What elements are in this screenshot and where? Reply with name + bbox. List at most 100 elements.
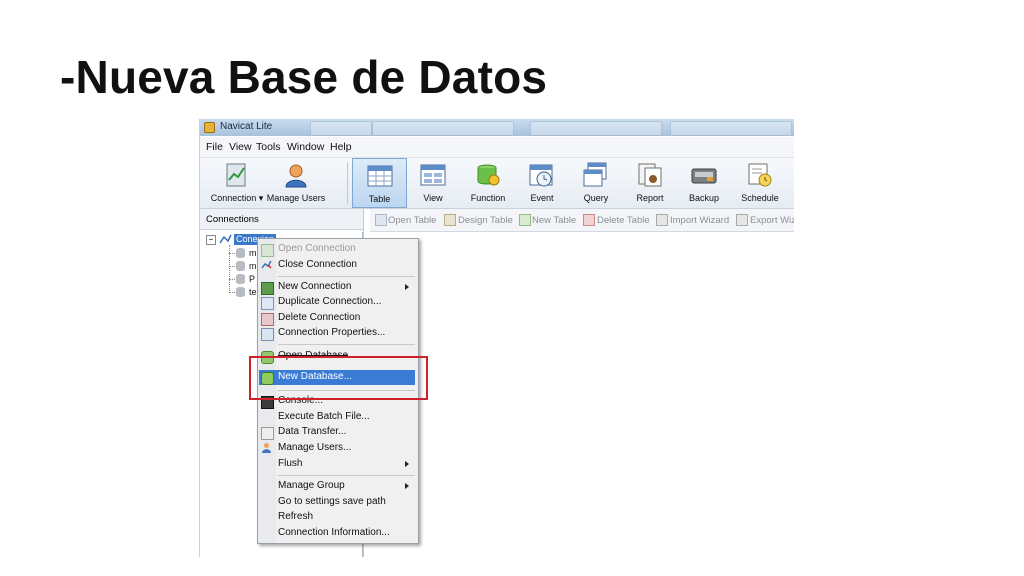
delete-table-icon [583, 214, 595, 226]
menu-separator [278, 475, 415, 476]
manage-users-label: Manage Users [266, 193, 326, 203]
submenu-arrow-icon [405, 461, 409, 467]
view-label: View [423, 193, 443, 203]
view-button[interactable]: View [408, 158, 458, 208]
connection-icon [219, 234, 232, 244]
query-button[interactable]: Query [572, 158, 620, 208]
tree-line [229, 292, 235, 293]
submenu-arrow-icon [405, 284, 409, 290]
delete-table-button[interactable]: Delete Table [597, 215, 650, 226]
menu-separator [278, 344, 415, 345]
highlight-callout [249, 356, 428, 400]
query-icon [583, 162, 607, 187]
menu-refresh[interactable]: Refresh [278, 511, 313, 522]
menu-bar: File View Tools Window Help [200, 137, 794, 158]
backup-icon [691, 168, 717, 184]
menu-execute-batch-file[interactable]: Execute Batch File... [278, 411, 370, 422]
submenu-arrow-icon [405, 483, 409, 489]
open-table-icon [375, 214, 387, 226]
close-connection-icon [261, 260, 272, 269]
navicat-app-icon [204, 122, 215, 133]
menu-view[interactable]: View [229, 141, 252, 153]
tree-line [229, 279, 235, 280]
menu-manage-group[interactable]: Manage Group [278, 480, 345, 491]
connection-label: Connection [210, 193, 257, 203]
duplicate-connection-icon [261, 297, 274, 310]
main-toolbar: Connection ▾ Manage Users Table View Fun… [200, 158, 794, 209]
database-icon [236, 261, 245, 271]
function-icon [477, 164, 500, 186]
event-label: Event [530, 193, 554, 203]
open-connection-icon [261, 244, 274, 257]
taskbar-tab[interactable] [530, 121, 662, 136]
design-table-button[interactable]: Design Table [458, 215, 513, 226]
design-table-icon [444, 214, 456, 226]
new-table-icon [519, 214, 531, 226]
collapse-toggle[interactable]: − [206, 235, 216, 245]
backup-button[interactable]: Backup [680, 158, 728, 208]
new-connection-icon [261, 282, 274, 295]
object-toolbar: Open Table Design Table New Table Delete… [370, 209, 794, 232]
connection-properties-icon [261, 328, 274, 341]
tree-line [229, 266, 235, 267]
export-wizard-button[interactable]: Export Wiz [750, 215, 794, 226]
import-wizard-icon [656, 214, 668, 226]
menu-tools[interactable]: Tools [256, 141, 281, 153]
menu-manage-users[interactable]: Manage Users... [278, 442, 351, 453]
menu-window[interactable]: Window [287, 141, 324, 153]
taskbar-tab[interactable] [372, 121, 514, 136]
menu-file[interactable]: File [206, 141, 223, 153]
connection-icon [226, 163, 246, 187]
schedule-icon [748, 163, 772, 187]
tree-item[interactable]: m [249, 261, 257, 271]
slide-title: -Nueva Base de Datos [60, 51, 548, 103]
report-label: Report [636, 193, 664, 203]
table-label: Table [368, 194, 391, 204]
manage-users-button[interactable]: Manage Users [266, 158, 326, 208]
data-transfer-icon [261, 427, 274, 440]
view-icon [420, 164, 446, 186]
database-icon [236, 287, 245, 297]
connection-button[interactable]: Connection ▾ [206, 158, 268, 208]
taskbar-tab[interactable] [670, 121, 792, 136]
menu-flush[interactable]: Flush [278, 458, 302, 469]
delete-connection-icon [261, 313, 274, 326]
tree-line [229, 253, 235, 254]
connections-header: Connections [200, 209, 363, 230]
backup-label: Backup [688, 193, 720, 203]
menu-settings-save-path[interactable]: Go to settings save path [278, 496, 386, 507]
menu-new-connection[interactable]: New Connection [278, 281, 351, 292]
schedule-button[interactable]: Schedule [734, 158, 786, 208]
function-button[interactable]: Function [462, 158, 514, 208]
user-icon [285, 164, 307, 188]
schedule-label: Schedule [741, 193, 779, 203]
menu-help[interactable]: Help [330, 141, 352, 153]
menu-close-connection[interactable]: Close Connection [278, 259, 357, 270]
menu-separator [278, 276, 415, 277]
function-label: Function [470, 193, 506, 203]
open-table-button[interactable]: Open Table [388, 215, 436, 226]
event-button[interactable]: Event [518, 158, 566, 208]
report-icon [638, 163, 662, 187]
taskbar-tab[interactable] [310, 121, 372, 136]
manage-users-icon [262, 443, 271, 453]
menu-connection-properties[interactable]: Connection Properties... [278, 327, 385, 338]
tree-item[interactable]: m [249, 248, 257, 258]
database-icon [236, 248, 245, 258]
menu-connection-information[interactable]: Connection Information... [278, 527, 390, 538]
toolbar-separator [347, 162, 348, 204]
report-button[interactable]: Report [626, 158, 674, 208]
menu-open-connection[interactable]: Open Connection [278, 243, 356, 254]
tree-item[interactable]: te [249, 287, 257, 297]
table-button[interactable]: Table [352, 158, 407, 208]
title-bar: Navicat Lite [200, 119, 794, 136]
menu-delete-connection[interactable]: Delete Connection [278, 312, 360, 323]
menu-data-transfer[interactable]: Data Transfer... [278, 426, 346, 437]
new-table-button[interactable]: New Table [532, 215, 576, 226]
import-wizard-button[interactable]: Import Wizard [670, 215, 729, 226]
database-icon [236, 274, 245, 284]
export-wizard-icon [736, 214, 748, 226]
menu-duplicate-connection[interactable]: Duplicate Connection... [278, 296, 381, 307]
tree-item[interactable]: P [249, 274, 255, 284]
event-icon [529, 164, 553, 187]
